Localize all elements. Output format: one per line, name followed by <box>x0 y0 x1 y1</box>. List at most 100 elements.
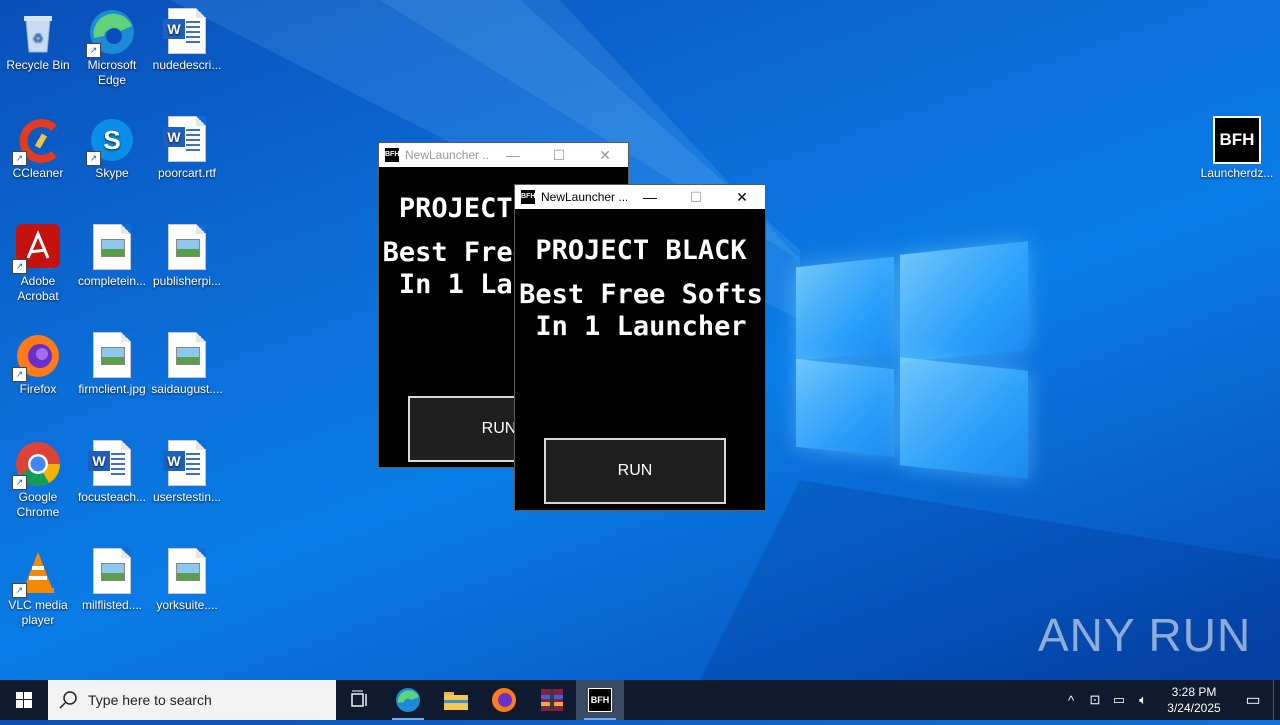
desktop-icon-image-file[interactable]: firmclient.jpg <box>74 332 150 397</box>
run-button[interactable]: RUN <box>544 438 726 504</box>
desktop-icon-skype[interactable]: S ↗ Skype <box>74 116 150 181</box>
clock-time: 3:28 PM <box>1171 685 1217 699</box>
image-file-icon <box>168 224 206 270</box>
desktop-icon-label: focusteach... <box>77 490 147 504</box>
taskbar-winrar[interactable] <box>528 680 576 720</box>
task-view-icon <box>351 690 367 707</box>
clock-date: 3/24/2025 <box>1167 701 1221 715</box>
word-document-icon: W <box>163 440 206 486</box>
image-file-icon <box>93 224 131 270</box>
window-title: NewLauncher ... <box>405 148 490 162</box>
word-document-icon: W <box>163 116 206 162</box>
acrobat-icon: ↗ <box>12 224 62 274</box>
close-button[interactable]: ✕ <box>582 143 628 167</box>
taskbar-bfh-launcher[interactable]: BFH <box>576 680 624 720</box>
desktop-icon-vlc[interactable]: ↗ VLC media player <box>0 548 76 628</box>
bfh-app-icon: BFH <box>588 688 612 712</box>
desktop-icon-label: CCleaner <box>12 166 64 180</box>
svg-text:S: S <box>103 125 120 155</box>
window-heading: PROJECT BLACK <box>535 235 747 266</box>
folder-icon <box>444 692 468 710</box>
desktop-icon-label: Firefox <box>19 382 57 396</box>
network-icon[interactable]: ▭ <box>1107 692 1131 708</box>
bfh-app-icon: BFH <box>521 190 535 204</box>
firefox-icon: ↗ <box>12 332 62 382</box>
edge-icon <box>396 688 420 712</box>
desktop-icon-label: completein... <box>77 274 147 288</box>
desktop-icon-image-file[interactable]: saidaugust.... <box>149 332 225 397</box>
desktop-icon-recycle-bin[interactable]: ♻ Recycle Bin <box>0 8 76 73</box>
taskbar-search-box[interactable]: Type here to search <box>48 680 336 720</box>
desktop-icon-image-file[interactable]: completein... <box>74 224 150 289</box>
taskbar: Type here to search BFH ^ ⊡ ▭ 🔈︎ 3:28 PM… <box>0 680 1280 720</box>
desktop-icon-label: Microsoft Edge <box>87 58 137 87</box>
desktop-icon-google-chrome[interactable]: ↗ Google Chrome <box>0 440 76 520</box>
minimize-button[interactable]: — <box>490 143 536 167</box>
desktop-icon-image-file[interactable]: milflisted.... <box>74 548 150 613</box>
desktop-icon-adobe-acrobat[interactable]: ↗ Adobe Acrobat <box>0 224 76 304</box>
close-button[interactable]: ✕ <box>719 185 765 209</box>
search-placeholder: Type here to search <box>88 692 212 708</box>
desktop-icon-label: VLC media player <box>8 598 68 627</box>
subtitle-line: In 1 Launcher <box>535 311 747 342</box>
taskbar-firefox[interactable] <box>480 680 528 720</box>
volume-icon[interactable]: 🔈︎ <box>1131 692 1155 708</box>
desktop-icon-image-file[interactable]: yorksuite.... <box>149 548 225 613</box>
desktop-icon-label: firmclient.jpg <box>78 382 146 396</box>
maximize-button[interactable]: ☐ <box>536 143 582 167</box>
image-file-icon <box>168 332 206 378</box>
desktop-icon-label: poorcart.rtf <box>157 166 217 180</box>
desktop-icon-word-file[interactable]: W poorcart.rtf <box>149 116 225 181</box>
desktop-icon-microsoft-edge[interactable]: ↗ Microsoft Edge <box>74 8 150 88</box>
task-view-button[interactable] <box>336 680 384 720</box>
system-tray: ^ ⊡ ▭ 🔈︎ 3:28 PM 3/24/2025 ▭ <box>1059 680 1280 720</box>
desktop-icon-image-file[interactable]: publisherpi... <box>149 224 225 289</box>
desktop-icon-word-file[interactable]: W nudedescri... <box>149 8 225 73</box>
notification-icon[interactable]: ▭ <box>1233 690 1273 710</box>
svg-text:♻: ♻ <box>33 31 44 45</box>
desktop-icon-label: milflisted.... <box>81 598 142 612</box>
ccleaner-icon: ↗ <box>12 116 62 166</box>
desktop-icon-label: Google Chrome <box>16 490 60 519</box>
window-titlebar[interactable]: BFH NewLauncher ... — ☐ ✕ <box>379 143 628 167</box>
recycle-bin-icon: ♻ <box>14 8 62 56</box>
anyrun-watermark: ANY RUN <box>1038 609 1252 661</box>
search-icon <box>59 691 77 709</box>
image-file-icon <box>168 548 206 594</box>
firefox-icon <box>492 688 516 712</box>
skype-icon: S ↗ <box>86 116 136 166</box>
taskbar-edge[interactable] <box>384 680 432 720</box>
desktop-icon-label: userstestin... <box>152 490 222 504</box>
windows-wallpaper-logo <box>796 240 1028 480</box>
start-button[interactable] <box>0 680 48 720</box>
taskbar-file-explorer[interactable] <box>432 680 480 720</box>
word-document-icon: W <box>88 440 131 486</box>
maximize-button[interactable]: ☐ <box>673 185 719 209</box>
bfh-icon: BFH <box>1213 116 1261 164</box>
image-file-icon <box>93 548 131 594</box>
desktop-icon-word-file[interactable]: W userstestin... <box>149 440 225 505</box>
desktop-icon-label: Launcherdz... <box>1200 166 1274 180</box>
network-adapter-icon[interactable]: ⊡ <box>1083 692 1107 708</box>
winrar-icon <box>541 689 563 711</box>
minimize-button[interactable]: — <box>627 185 673 209</box>
vlc-icon: ↗ <box>12 548 62 598</box>
desktop: ♻ Recycle Bin ↗ CCleaner ↗ Adobe Acrobat… <box>0 0 1280 680</box>
chevron-up-icon[interactable]: ^ <box>1059 693 1083 708</box>
launcher-window-front[interactable]: BFH NewLauncher ... — ☐ ✕ PROJECT BLACK … <box>514 184 766 511</box>
edge-icon: ↗ <box>86 8 136 58</box>
desktop-icon-label: Recycle Bin <box>6 58 70 72</box>
desktop-icon-ccleaner[interactable]: ↗ CCleaner <box>0 116 76 181</box>
desktop-icon-label: Skype <box>95 166 129 180</box>
bfh-app-icon: BFH <box>385 148 399 162</box>
window-titlebar[interactable]: BFH NewLauncher ... — ☐ ✕ <box>515 185 765 209</box>
clock[interactable]: 3:28 PM 3/24/2025 <box>1155 684 1233 716</box>
window-title: NewLauncher ... <box>541 190 627 204</box>
desktop-icon-label: saidaugust.... <box>151 382 223 396</box>
word-document-icon: W <box>163 8 206 54</box>
desktop-icon-firefox[interactable]: ↗ Firefox <box>0 332 76 397</box>
image-file-icon <box>93 332 131 378</box>
desktop-icon-launcher[interactable]: BFH Launcherdz... <box>1199 116 1275 181</box>
show-desktop-button[interactable] <box>1273 680 1280 720</box>
desktop-icon-word-file[interactable]: W focusteach... <box>74 440 150 505</box>
